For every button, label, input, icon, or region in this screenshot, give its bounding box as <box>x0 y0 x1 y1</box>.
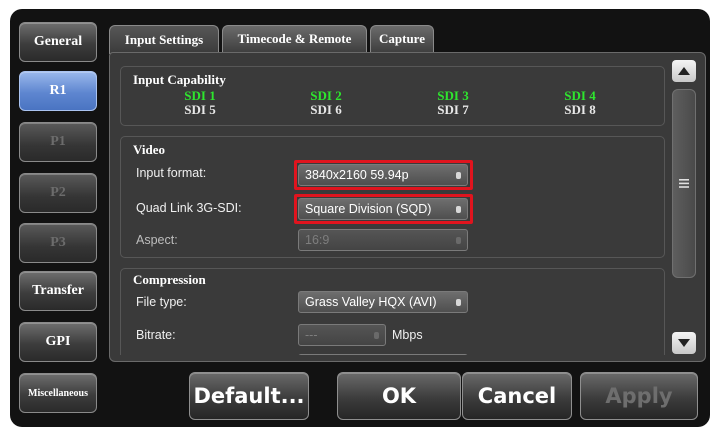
nav-miscellaneous[interactable]: Miscellaneous <box>19 373 97 413</box>
default-button[interactable]: Default... <box>189 372 309 420</box>
chevron-down-icon <box>374 332 379 339</box>
tab-input-settings[interactable]: Input Settings <box>109 25 219 54</box>
sdi-inactive-6: SDI 6 <box>310 102 342 117</box>
file-type-value: Grass Valley HQX (AVI) <box>305 295 437 309</box>
nav-general[interactable]: General <box>19 22 97 62</box>
nav-p2[interactable]: P2 <box>19 173 97 213</box>
chevron-down-icon <box>456 237 461 244</box>
bitrate-dropdown[interactable]: --- <box>298 324 386 346</box>
apply-button[interactable]: Apply <box>580 372 698 420</box>
bitrate-label: Bitrate: <box>136 328 176 342</box>
bitrate-value: --- <box>305 328 318 342</box>
file-type-label: File type: <box>136 295 187 309</box>
scroll-thumb[interactable] <box>672 89 696 278</box>
bitrate-unit: Mbps <box>392 328 423 342</box>
cancel-button[interactable]: Cancel <box>462 372 572 420</box>
nav-transfer[interactable]: Transfer <box>19 271 97 311</box>
ok-button[interactable]: OK <box>337 372 461 420</box>
file-type-dropdown[interactable]: Grass Valley HQX (AVI) <box>298 291 468 313</box>
scroll-down-button[interactable] <box>672 332 696 354</box>
tab-capture[interactable]: Capture <box>370 25 434 52</box>
nav-p3[interactable]: P3 <box>19 223 97 263</box>
input-capability-title: Input Capability <box>133 72 226 87</box>
settings-content: Input Capability SDI 1 SDI 2 SDI 3 SDI 4… <box>120 62 665 355</box>
quad-link-label: Quad Link 3G-SDI: <box>136 201 242 215</box>
sdi-inactive-7: SDI 7 <box>437 102 469 117</box>
nav-gpi[interactable]: GPI <box>19 322 97 362</box>
up-arrow-icon <box>678 67 690 75</box>
highlight-quad-link <box>294 194 473 224</box>
compression-title: Compression <box>133 272 206 287</box>
sdi-inactive-8: SDI 8 <box>564 102 596 117</box>
chevron-down-icon <box>456 299 461 306</box>
video-title: Video <box>133 142 166 157</box>
aspect-dropdown[interactable]: 16:9 <box>298 229 468 251</box>
highlight-input-format <box>294 160 473 190</box>
tab-timecode-remote[interactable]: Timecode & Remote <box>222 25 367 52</box>
aspect-value: 16:9 <box>305 233 330 247</box>
nav-r1[interactable]: R1 <box>19 71 97 111</box>
next-field-dropdown[interactable] <box>298 354 468 355</box>
down-arrow-icon <box>678 339 690 347</box>
aspect-label: Aspect: <box>136 233 178 247</box>
scroll-up-button[interactable] <box>672 60 696 82</box>
input-format-label: Input format: <box>136 166 207 180</box>
sdi-inactive-5: SDI 5 <box>184 102 216 117</box>
nav-p1[interactable]: P1 <box>19 122 97 162</box>
grip-icon <box>679 179 689 188</box>
